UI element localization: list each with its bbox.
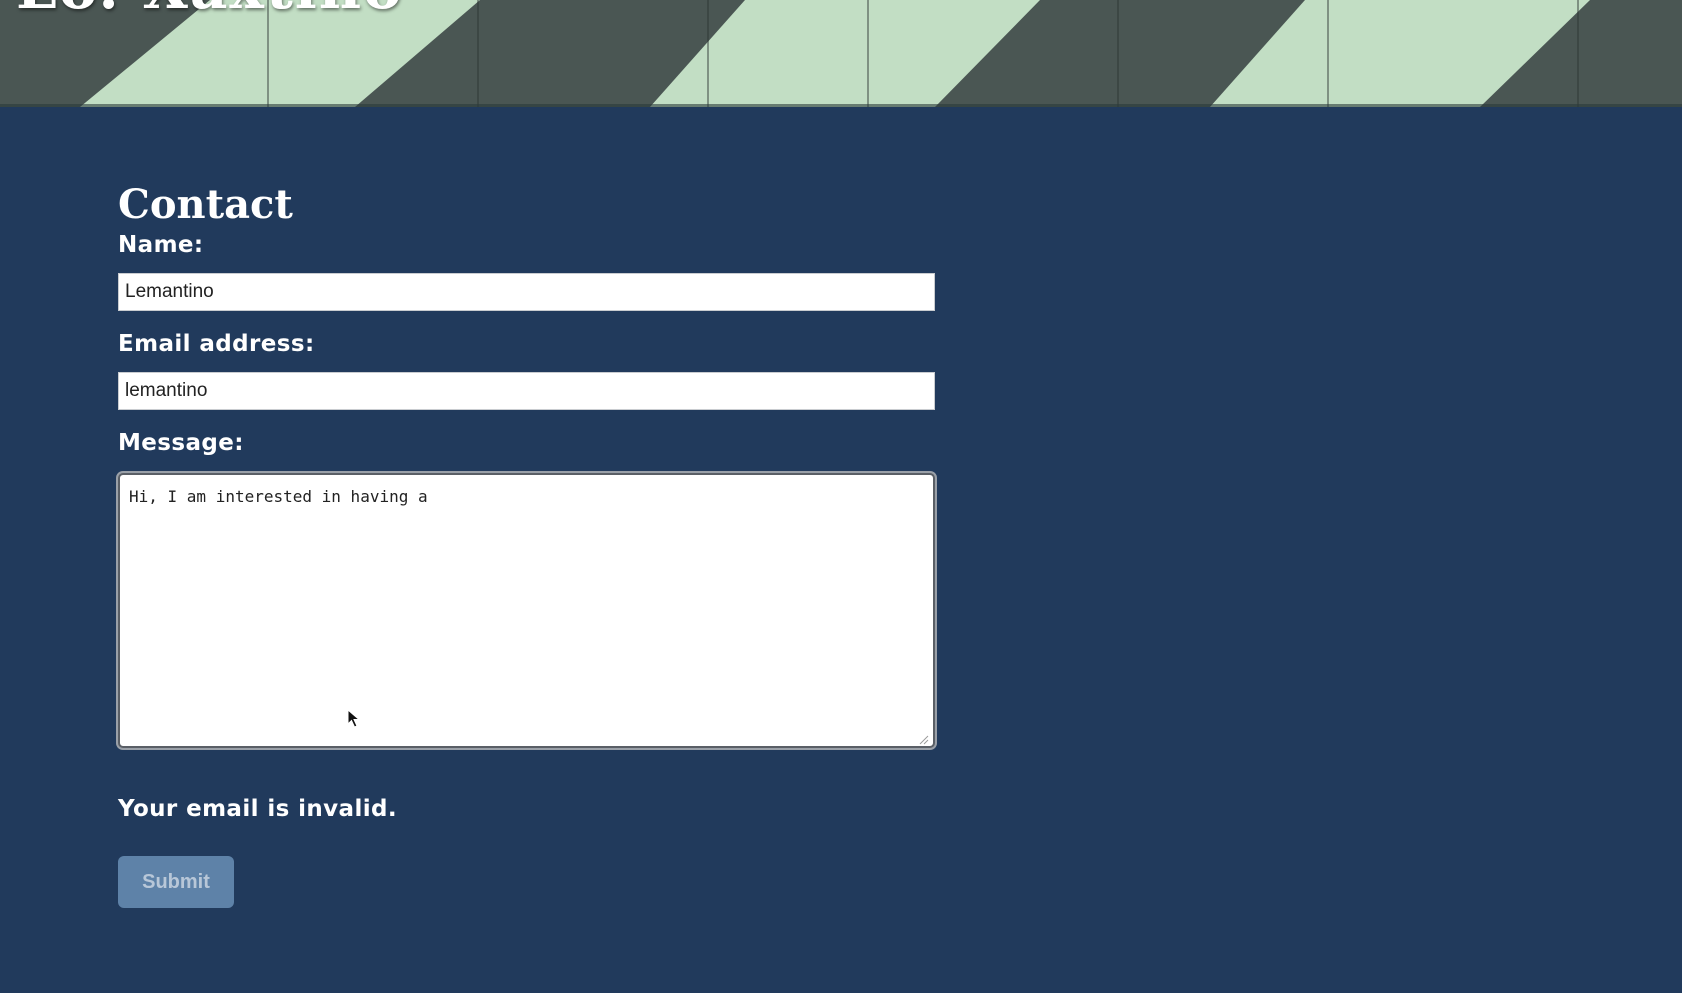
message-wrapper: Hi, I am interested in having a [118, 473, 935, 748]
message-label: Message: [118, 430, 244, 456]
header-banner: Lo. Xaxtino [0, 0, 1682, 107]
email-field[interactable] [118, 372, 935, 410]
resize-grip-icon[interactable] [917, 730, 929, 745]
page-title: Contact [118, 181, 293, 228]
email-label: Email address: [118, 331, 315, 357]
message-field[interactable]: Hi, I am interested in having a [118, 473, 935, 748]
contact-form: Name: Email address: Message: Hi, I am i… [118, 232, 938, 908]
submit-button[interactable]: Submit [118, 856, 234, 908]
site-title[interactable]: Lo. Xaxtino [16, 0, 404, 22]
contact-section: Contact Name: Email address: Message: Hi… [118, 180, 938, 908]
name-field[interactable] [118, 273, 935, 311]
email-error-message: Your email is invalid. [118, 796, 398, 822]
mouse-pointer-icon [347, 708, 361, 729]
name-label: Name: [118, 232, 204, 258]
